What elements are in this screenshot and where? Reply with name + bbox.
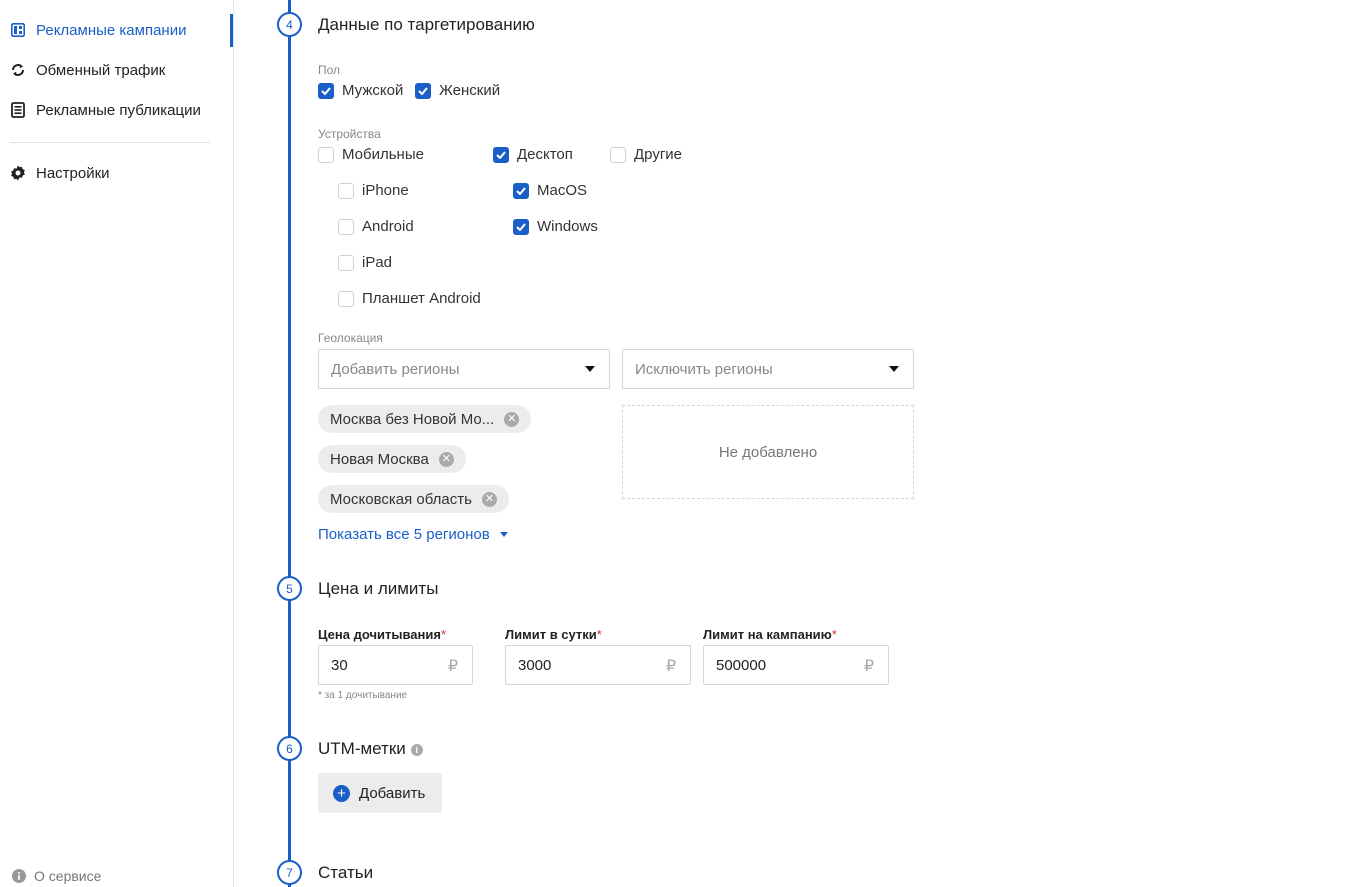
ruble-icon: ₽ — [447, 658, 458, 675]
checkbox-label: Android — [362, 218, 414, 235]
campaign-limit-input[interactable]: 500000 ₽ — [703, 645, 889, 685]
checkbox-label: Мобильные — [342, 146, 424, 163]
sidebar-item-settings[interactable]: Настройки — [10, 163, 110, 183]
checkbox-label: Мужской — [342, 82, 404, 99]
add-utm-button[interactable]: + Добавить — [318, 773, 442, 813]
sidebar-item-campaigns[interactable]: Рекламные кампании — [10, 20, 186, 40]
input-value: 500000 — [716, 656, 767, 674]
sidebar: Рекламные кампании Обменный трафик Рекла… — [0, 0, 234, 887]
checkbox-empty-icon — [610, 146, 626, 163]
plus-icon: + — [333, 784, 350, 802]
checkbox-empty-icon — [338, 182, 354, 199]
price-label: Цена дочитывания* — [318, 627, 446, 642]
sidebar-divider — [10, 142, 210, 143]
step-number-6: 6 — [277, 736, 302, 761]
show-all-regions-link[interactable]: Показать все 5 регионов — [318, 526, 508, 543]
campaign-limit-label: Лимит на кампанию* — [703, 627, 837, 642]
document-icon — [10, 102, 26, 118]
checkbox-android[interactable]: Android — [338, 218, 414, 235]
sidebar-item-publications[interactable]: Рекламные публикации — [10, 100, 201, 120]
checkbox-checked-icon — [415, 82, 431, 99]
checkbox-empty-icon — [338, 290, 354, 307]
region-chip: Москва без Новой Мо... ✕ — [318, 405, 532, 433]
sidebar-item-exchange[interactable]: Обменный трафик — [10, 60, 165, 80]
checkbox-android-tablet[interactable]: Планшет Android — [338, 290, 481, 307]
checkbox-label: MacOS — [537, 182, 588, 199]
add-button-label: Добавить — [359, 784, 426, 802]
checkbox-checked-icon — [513, 182, 529, 199]
checkbox-macos[interactable]: MacOS — [513, 182, 587, 199]
step-title-pricing: Цена и лимиты — [318, 579, 439, 598]
remove-icon[interactable]: ✕ — [438, 451, 454, 467]
checkbox-checked-icon — [513, 218, 529, 235]
checkbox-ipad[interactable]: iPad — [338, 254, 392, 271]
step-title-articles: Статьи — [318, 863, 374, 882]
ruble-icon: ₽ — [863, 658, 874, 675]
gear-icon — [10, 165, 26, 181]
sidebar-item-label: Рекламные публикации — [36, 101, 201, 119]
region-chip-label: Новая Москва — [330, 450, 429, 468]
checkbox-checked-icon — [493, 146, 509, 163]
region-chip-label: Московская область — [330, 490, 472, 508]
info-icon[interactable]: i — [410, 743, 423, 756]
checkbox-label: iPad — [362, 254, 393, 271]
step-title-targeting: Данные по таргетированию — [318, 15, 535, 34]
checkbox-male[interactable]: Мужской — [318, 82, 403, 99]
gender-label: Пол — [318, 63, 341, 77]
region-chip: Московская область ✕ — [318, 485, 509, 513]
triangle-down-icon — [499, 532, 508, 537]
step-number-5: 5 — [277, 576, 302, 601]
active-indicator — [230, 14, 233, 47]
geo-label: Геолокация — [318, 331, 383, 345]
checkbox-empty-icon — [318, 146, 334, 163]
checkbox-female[interactable]: Женский — [415, 82, 500, 99]
exclude-regions-select[interactable]: Исключить регионы — [622, 349, 914, 389]
info-icon — [12, 869, 26, 883]
price-hint: * за 1 дочитывание — [318, 690, 408, 701]
checkbox-windows[interactable]: Windows — [513, 218, 598, 235]
select-placeholder: Исключить регионы — [635, 360, 773, 378]
checkbox-other[interactable]: Другие — [610, 146, 682, 163]
input-value: 30 — [331, 656, 348, 674]
checkbox-label: Десктоп — [517, 146, 573, 163]
checkbox-desktop[interactable]: Десктоп — [493, 146, 573, 163]
empty-label: Не добавлено — [718, 443, 818, 461]
caret-down-icon — [585, 366, 595, 372]
daily-limit-input[interactable]: 3000 ₽ — [505, 645, 691, 685]
excluded-regions-empty: Не добавлено — [622, 405, 914, 499]
checkbox-iphone[interactable]: iPhone — [338, 182, 409, 199]
about-label: О сервисе — [34, 868, 102, 884]
add-regions-select[interactable]: Добавить регионы — [318, 349, 610, 389]
checkbox-empty-icon — [338, 218, 354, 235]
devices-label: Устройства — [318, 127, 381, 141]
checkbox-mobile[interactable]: Мобильные — [318, 146, 424, 163]
checkbox-label: Женский — [439, 82, 501, 99]
step-title-utm: UTM-метки i — [318, 739, 423, 759]
select-placeholder: Добавить регионы — [331, 360, 460, 378]
about-service-link[interactable]: О сервисе — [12, 868, 101, 884]
ruble-icon: ₽ — [665, 658, 676, 675]
caret-down-icon — [889, 366, 899, 372]
checkbox-checked-icon — [318, 82, 334, 99]
region-chip: Новая Москва ✕ — [318, 445, 466, 473]
sidebar-item-label: Обменный трафик — [36, 61, 166, 79]
input-value: 3000 — [518, 656, 552, 674]
sidebar-item-label: Рекламные кампании — [36, 21, 187, 39]
remove-icon[interactable]: ✕ — [504, 411, 520, 427]
checkbox-label: Планшет Android — [362, 290, 481, 307]
step-number-4: 4 — [277, 12, 302, 37]
price-input[interactable]: 30 ₽ — [318, 645, 473, 685]
checkbox-label: iPhone — [362, 182, 409, 199]
checkbox-label: Windows — [537, 218, 598, 235]
step-number-7: 7 — [277, 860, 302, 885]
remove-icon[interactable]: ✕ — [481, 491, 497, 507]
daily-limit-label: Лимит в сутки* — [505, 627, 602, 642]
show-all-label: Показать все 5 регионов — [318, 526, 490, 543]
region-chip-label: Москва без Новой Мо... — [330, 410, 495, 428]
checkbox-empty-icon — [338, 254, 354, 271]
checkbox-label: Другие — [634, 146, 683, 163]
exchange-icon — [10, 62, 26, 78]
dashboard-icon — [10, 22, 26, 38]
sidebar-item-label: Настройки — [36, 164, 110, 182]
